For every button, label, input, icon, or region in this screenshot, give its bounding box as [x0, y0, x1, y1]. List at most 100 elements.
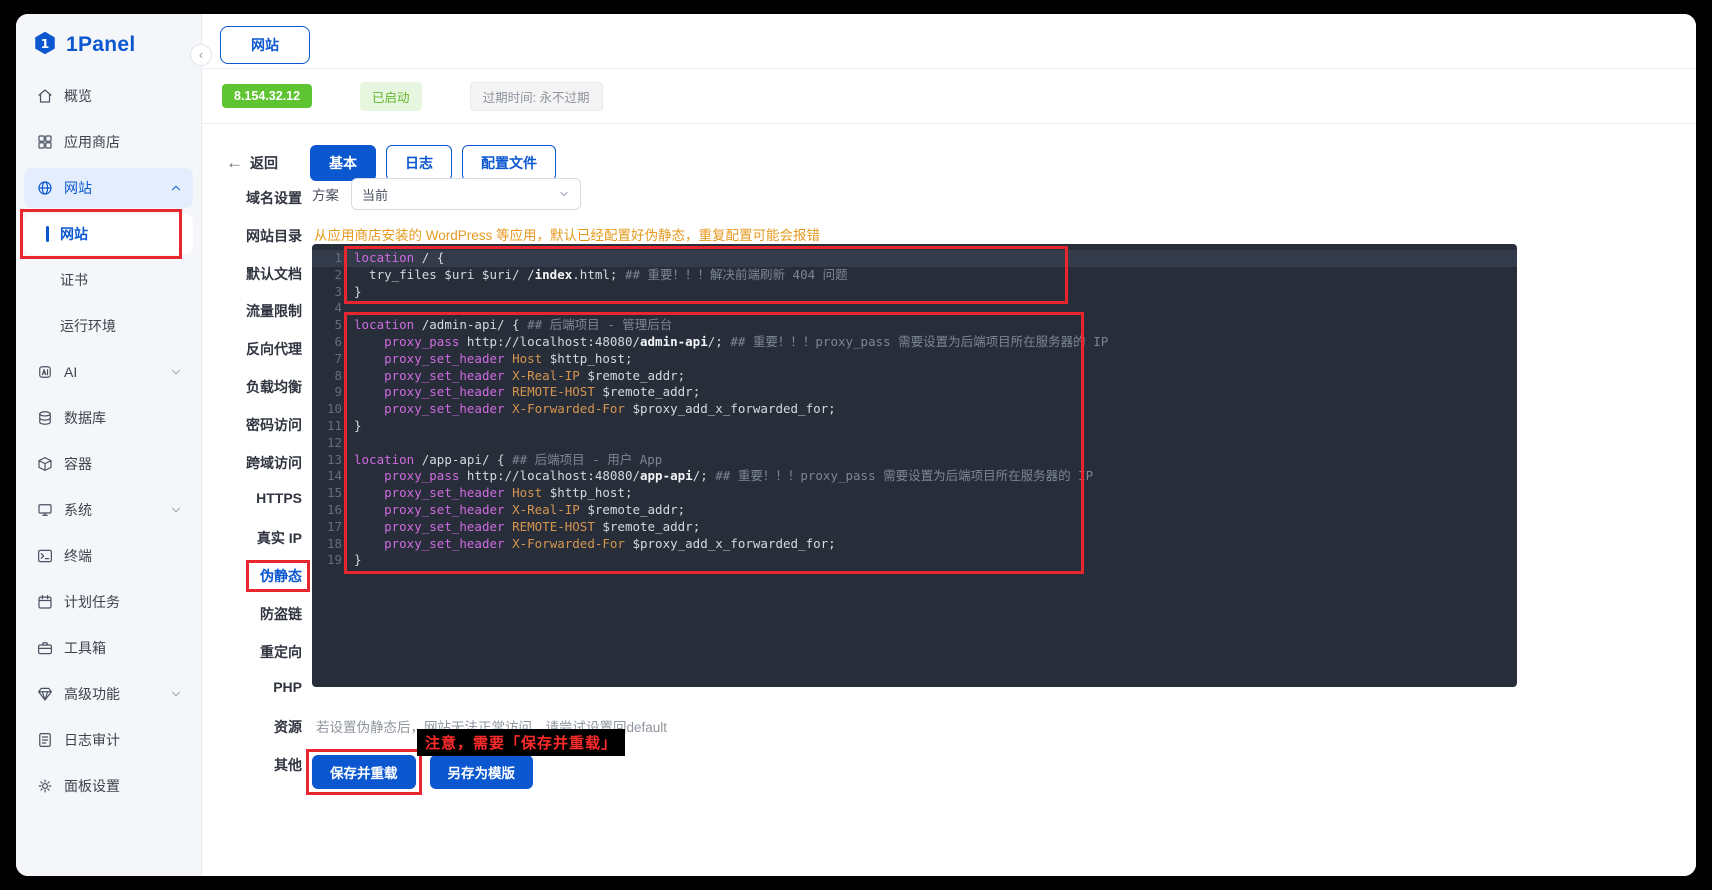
sidebar-item-cronjob[interactable]: 计划任务: [24, 582, 193, 622]
sidebar-item-container[interactable]: 容器: [24, 444, 193, 484]
sidebar-item-toolbox[interactable]: 工具箱: [24, 628, 193, 668]
svg-text:1: 1: [41, 35, 50, 50]
line-content: proxy_set_header Host $http_host;: [354, 485, 632, 502]
code-line: 13location /app-api/ { ## 后端项目 - 用户 App: [312, 452, 1517, 469]
code-line: 3}: [312, 284, 1517, 301]
schedule-icon: [36, 593, 54, 611]
rewrite-warning: 从应用商店安装的 WordPress 等应用，默认已经配置好伪静态，重复配置可能…: [314, 224, 820, 244]
code-line: 14 proxy_pass http://localhost:48080/app…: [312, 468, 1517, 485]
settings-menu-item[interactable]: 跨域访问: [218, 453, 302, 473]
settings-menu-item[interactable]: 重定向: [218, 642, 302, 662]
sidebar-subitem-certificate[interactable]: 证书: [24, 260, 193, 300]
settings-icon: [36, 777, 54, 795]
settings-menu-item[interactable]: HTTPS: [218, 490, 302, 510]
line-number: 10: [312, 401, 354, 418]
chevron-down-icon: [558, 188, 570, 200]
line-number: 15: [312, 485, 354, 502]
sidebar-collapse-button[interactable]: ‹: [190, 44, 212, 66]
code-editor[interactable]: 1location / {2 try_files $uri $uri/ /ind…: [312, 244, 1517, 687]
sidebar-item-overview[interactable]: 概览: [24, 76, 193, 116]
line-number: 16: [312, 502, 354, 519]
tab-website-window[interactable]: 网站: [220, 26, 310, 64]
settings-menu-item[interactable]: 默认文档: [218, 264, 302, 284]
brand-name: 1Panel: [66, 33, 136, 57]
settings-menu-item[interactable]: 其他: [218, 755, 302, 775]
database-icon: [36, 409, 54, 427]
sidebar-item-system[interactable]: 系统: [24, 490, 193, 530]
sidebar-item-label: 容器: [64, 454, 92, 474]
sidebar-item-ai[interactable]: AI: [24, 352, 193, 392]
save-as-template-button[interactable]: 另存为模版: [430, 755, 534, 789]
expire-badge: 过期时间: 永不过期: [470, 82, 603, 111]
detail-body: 域名设置网站目录默认文档流量限制反向代理负载均衡密码访问跨域访问 HTTPS 真实 …: [202, 172, 1696, 876]
sidebar-item-label: 高级功能: [64, 684, 120, 704]
code-line: 1location / {: [312, 250, 1517, 267]
code-line: 17 proxy_set_header REMOTE-HOST $remote_…: [312, 519, 1517, 536]
chevron-up-icon: [169, 181, 183, 195]
home-icon: [36, 87, 54, 105]
site-header: 8.154.32.12 已启动 过期时间: 永不过期: [202, 69, 1696, 124]
line-number: 9: [312, 384, 354, 401]
settings-menu-item[interactable]: 网站目录: [218, 226, 302, 246]
line-content: location /app-api/ { ## 后端项目 - 用户 App: [354, 452, 662, 469]
globe-icon: [36, 179, 54, 197]
line-content: proxy_set_header REMOTE-HOST $remote_add…: [354, 384, 700, 401]
code-line: 15 proxy_set_header Host $http_host;: [312, 485, 1517, 502]
line-content: location / {: [354, 250, 444, 267]
line-content: proxy_set_header REMOTE-HOST $remote_add…: [354, 519, 700, 536]
line-number: 1: [312, 250, 354, 267]
line-number: 19: [312, 552, 354, 569]
scheme-label: 方案: [312, 184, 339, 204]
line-content: location /admin-api/ { ## 后端项目 - 管理后台: [354, 317, 672, 334]
line-number: 14: [312, 468, 354, 485]
chevron-down-icon: [169, 687, 183, 701]
settings-menu-item[interactable]: 防盗链: [218, 604, 302, 624]
brand-icon: 1: [32, 30, 58, 61]
settings-menu-item[interactable]: 负载均衡: [218, 377, 302, 397]
settings-menu-item[interactable]: PHP: [218, 679, 302, 699]
code-line: 10 proxy_set_header X-Forwarded-For $pro…: [312, 401, 1517, 418]
back-label: 返回: [250, 153, 278, 173]
app-window: 1 1Panel 概览应用商店网站网站证书运行环境AI数据库容器系统终端计划任务…: [16, 14, 1696, 876]
code-line: 19}: [312, 552, 1517, 569]
sidebar-item-advanced[interactable]: 高级功能: [24, 674, 193, 714]
sidebar-item-label: 面板设置: [64, 776, 120, 796]
settings-menu-item[interactable]: 流量限制: [218, 301, 302, 321]
sidebar-item-label: 系统: [64, 500, 92, 520]
code-line: 18 proxy_set_header X-Forwarded-For $pro…: [312, 536, 1517, 553]
sidebar-item-app-store[interactable]: 应用商店: [24, 122, 193, 162]
settings-menu-item[interactable]: 密码访问: [218, 415, 302, 435]
ai-icon: [36, 363, 54, 381]
settings-menu-item[interactable]: 反向代理: [218, 339, 302, 359]
code-line: 12: [312, 435, 1517, 452]
rewrite-panel: 方案 当前 从应用商店安装的 WordPress 等应用，默认已经配置好伪静态，…: [312, 172, 1517, 876]
settings-menu-item[interactable]: 域名设置: [218, 188, 302, 208]
sidebar-item-database[interactable]: 数据库: [24, 398, 193, 438]
sidebar-item-website[interactable]: 网站: [24, 168, 193, 208]
back-button[interactable]: ← 返回: [226, 153, 278, 173]
sidebar-item-settings[interactable]: 面板设置: [24, 766, 193, 806]
save-reload-button[interactable]: 保存并重载: [312, 755, 416, 789]
code-line: 16 proxy_set_header X-Real-IP $remote_ad…: [312, 502, 1517, 519]
settings-menu-item[interactable]: 资源: [218, 717, 302, 737]
scheme-select[interactable]: 当前: [351, 178, 581, 210]
back-arrow-icon: ←: [226, 153, 243, 173]
line-content: proxy_pass http://localhost:48080/app-ap…: [354, 468, 1093, 485]
code-lines: 1location / {2 try_files $uri $uri/ /ind…: [312, 250, 1517, 569]
brand-logo: 1 1Panel: [24, 22, 193, 68]
settings-menu-item[interactable]: 伪静态: [218, 566, 302, 586]
sidebar-item-terminal[interactable]: 终端: [24, 536, 193, 576]
line-number: 11: [312, 418, 354, 435]
code-line: 2 try_files $uri $uri/ /index.html; ## 重…: [312, 267, 1517, 284]
action-buttons: 保存并重载 另存为模版: [312, 755, 533, 789]
line-content: }: [354, 552, 362, 569]
code-line: 11}: [312, 418, 1517, 435]
sidebar-item-log-audit[interactable]: 日志审计: [24, 720, 193, 760]
sidebar-subitem-website-list[interactable]: 网站: [24, 214, 193, 254]
screenshot-frame: 1 1Panel 概览应用商店网站网站证书运行环境AI数据库容器系统终端计划任务…: [0, 0, 1712, 890]
main-area: 网站 8.154.32.12 已启动 过期时间: 永不过期 ← 返回 基本日志配…: [202, 14, 1696, 876]
settings-menu-item[interactable]: 真实 IP: [218, 528, 302, 548]
ip-badge: 8.154.32.12: [222, 84, 312, 108]
scheme-row: 方案 当前: [312, 178, 581, 210]
sidebar-subitem-runtime[interactable]: 运行环境: [24, 306, 193, 346]
